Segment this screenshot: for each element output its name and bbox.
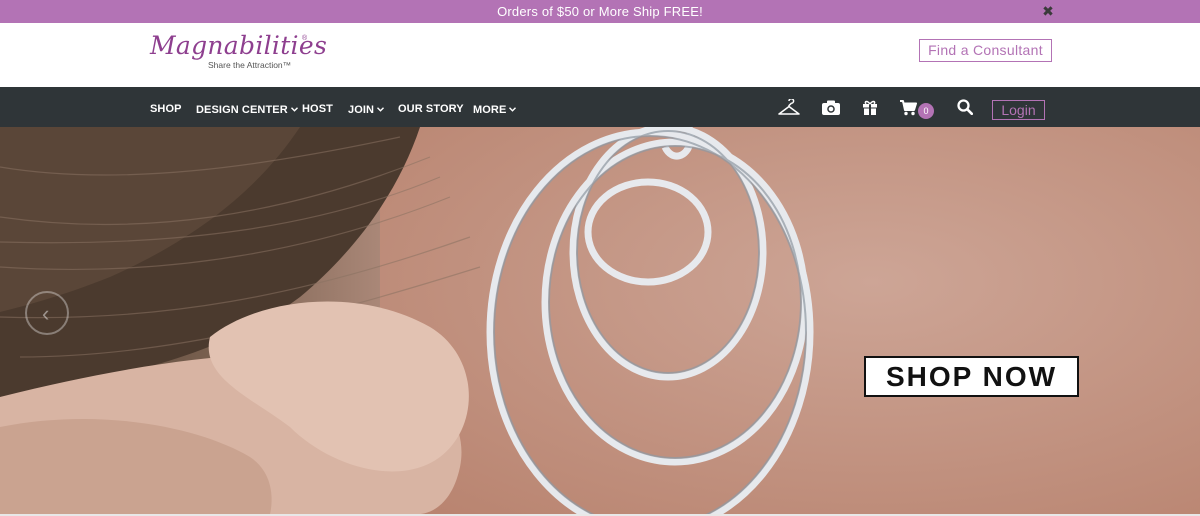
promo-text: Orders of $50 or More Ship FREE! (497, 4, 703, 19)
nav-item-host[interactable]: HOST (302, 103, 333, 115)
main-nav: SHOP DESIGN CENTER HOST JOIN OUR STORY M… (0, 87, 1200, 127)
chevron-left-icon: ‹ (42, 301, 50, 326)
hanger-icon[interactable] (777, 97, 801, 122)
cart-icon[interactable] (900, 100, 917, 121)
logo[interactable]: Magnabilities ® Share the Attraction™ (150, 31, 327, 77)
nav-item-label: MORE (473, 104, 507, 116)
chevron-down-icon (377, 103, 385, 115)
logo-wordmark: Magnabilities (150, 31, 328, 60)
nav-item-label: OUR STORY (398, 103, 464, 115)
chevron-down-icon (509, 103, 517, 115)
promo-bar: Orders of $50 or More Ship FREE! ✖ (0, 0, 1200, 23)
nav-item-join[interactable]: JOIN (348, 103, 385, 116)
camera-icon[interactable] (822, 100, 840, 120)
close-icon[interactable]: ✖ (1041, 3, 1055, 19)
shop-now-button[interactable]: SHOP NOW (864, 356, 1079, 397)
find-consultant-button[interactable]: Find a Consultant (919, 39, 1052, 62)
logo-registered-mark: ® (302, 35, 308, 42)
login-button[interactable]: Login (992, 100, 1045, 120)
nav-item-label: SHOP (150, 103, 182, 115)
site-header: Magnabilities ® Share the Attraction™ Fi… (0, 23, 1200, 87)
gift-icon[interactable] (863, 100, 877, 120)
cart-count-badge: 0 (918, 103, 934, 119)
search-icon[interactable] (957, 99, 974, 120)
nav-item-shop[interactable]: SHOP (150, 103, 182, 115)
nav-item-our-story[interactable]: OUR STORY (398, 103, 464, 115)
nav-item-label: JOIN (348, 104, 375, 116)
nav-item-label: DESIGN CENTER (196, 104, 288, 116)
nav-item-label: HOST (302, 103, 333, 115)
logo-tagline: Share the Attraction™ (208, 60, 292, 70)
hero-banner[interactable]: ‹ SHOP NOW (0, 127, 1200, 514)
carousel-prev-button[interactable]: ‹ (25, 291, 69, 335)
nav-item-more[interactable]: MORE (473, 103, 517, 116)
hero-image (0, 127, 1200, 514)
chevron-down-icon (290, 103, 298, 115)
nav-item-design-center[interactable]: DESIGN CENTER (196, 103, 298, 116)
